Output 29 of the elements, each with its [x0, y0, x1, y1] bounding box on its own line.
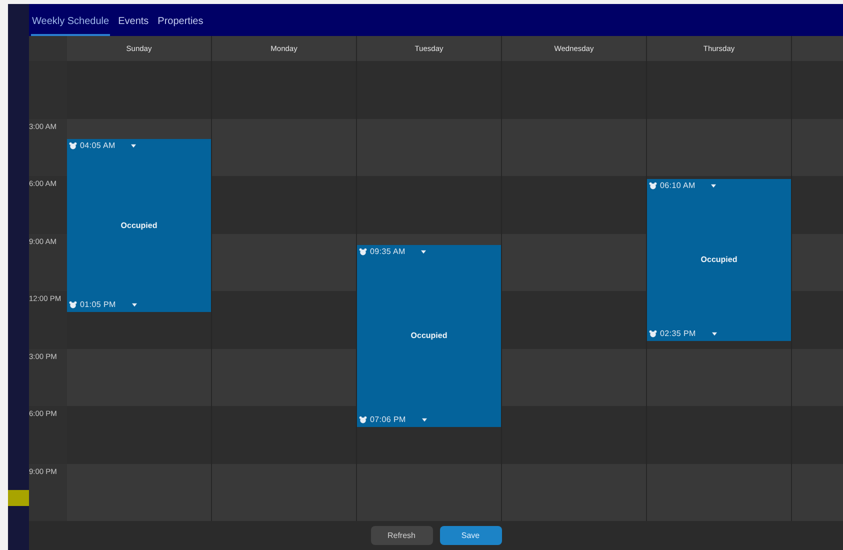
event-label: Occupied [120, 220, 158, 232]
caret-icon[interactable] [132, 302, 137, 307]
alarm-clock-icon [69, 300, 77, 309]
alarm-clock-icon [649, 330, 657, 338]
save-button[interactable]: Save [440, 526, 502, 545]
caret-icon[interactable] [711, 184, 716, 188]
caret-icon[interactable] [131, 144, 136, 148]
event-block[interactable]: 09:35 AM Occupied 07:06 PM [357, 244, 501, 428]
event-time[interactable]: 09:35 AM [370, 246, 406, 258]
alarm-clock-icon [649, 182, 657, 190]
event-time[interactable]: 01:05 PM [80, 298, 116, 311]
event-block[interactable]: 06:10 AM Occupied 02:35 PM [647, 179, 791, 340]
alarm-clock-icon [359, 248, 367, 256]
event-label: Occupied [700, 254, 738, 266]
event-time[interactable]: 02:35 PM [660, 328, 696, 340]
event-label: Occupied [410, 330, 448, 342]
alarm-clock-icon [359, 416, 367, 424]
caret-icon[interactable] [712, 332, 717, 336]
tab[interactable]: Properties [156, 14, 204, 36]
sidebar-marker [8, 490, 29, 506]
alarm-clock-icon [69, 142, 77, 150]
caret-icon[interactable] [422, 418, 427, 422]
tab[interactable]: Events [117, 14, 150, 36]
caret-icon[interactable] [421, 250, 426, 254]
refresh-button[interactable]: Refresh [370, 526, 432, 545]
event-time[interactable]: 06:10 AM [660, 180, 696, 192]
event-block[interactable]: 04:05 AM Occupied 01:05 PM [67, 139, 211, 312]
event-time[interactable]: 04:05 AM [80, 140, 116, 152]
event-time[interactable]: 07:06 PM [370, 414, 406, 426]
